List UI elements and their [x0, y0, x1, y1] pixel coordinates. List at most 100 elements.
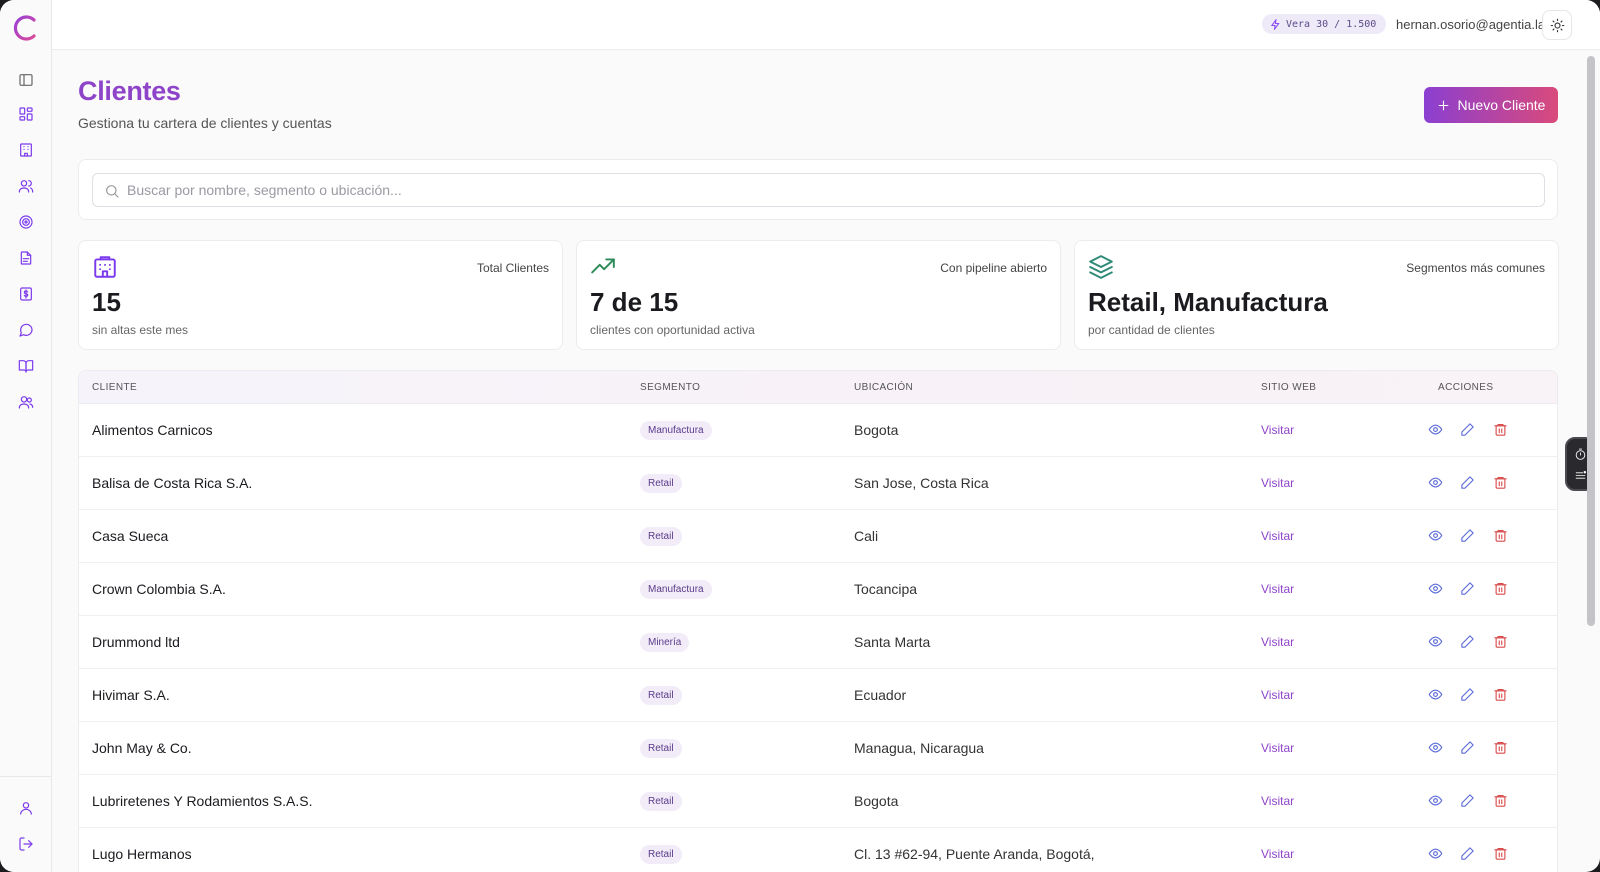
view-icon[interactable]	[1428, 475, 1444, 491]
view-icon[interactable]	[1428, 528, 1444, 544]
visit-link[interactable]: Visitar	[1261, 423, 1294, 437]
delete-icon[interactable]	[1493, 793, 1509, 809]
edit-icon[interactable]	[1460, 528, 1476, 544]
table-row[interactable]: Alimentos Carnicos Manufactura Bogota Visit…	[79, 404, 1557, 457]
edit-icon[interactable]	[1460, 793, 1476, 809]
credits-badge[interactable]: Vera 30 / 1.500	[1262, 14, 1387, 34]
header-segmento[interactable]: SEGMENTO	[640, 382, 700, 393]
message-circle-icon[interactable]	[16, 320, 36, 340]
view-icon[interactable]	[1428, 793, 1444, 809]
list-icon[interactable]	[1574, 469, 1587, 482]
delete-icon[interactable]	[1493, 687, 1509, 703]
building-icon[interactable]	[16, 140, 36, 160]
header-ubicacion[interactable]: UBICACIÓN	[854, 382, 913, 393]
client-name[interactable]: Crown Colombia S.A.	[92, 581, 226, 597]
client-location: Bogota	[854, 793, 899, 809]
new-client-button[interactable]: Nuevo Cliente	[1424, 87, 1558, 123]
table-row[interactable]: Hivimar S.A. Retail Ecuador Visitar	[79, 669, 1557, 722]
table-row[interactable]: Drummond ltd Minería Santa Marta Visitar	[79, 616, 1557, 669]
edit-icon[interactable]	[1460, 687, 1476, 703]
user-email[interactable]: hernan.osorio@agentia.la	[1396, 17, 1545, 32]
panel-left-icon[interactable]	[16, 70, 36, 90]
client-location: Cali	[854, 528, 879, 544]
log-out-icon[interactable]	[16, 834, 36, 854]
segment-badge: Retail	[640, 845, 682, 864]
table-row[interactable]: John May & Co. Retail Managua, Nicaragua Vi…	[79, 722, 1557, 775]
user-icon[interactable]	[16, 798, 36, 818]
view-icon[interactable]	[1428, 422, 1444, 438]
client-location: Santa Marta	[854, 634, 931, 650]
table-row[interactable]: Crown Colombia S.A. Manufactura Tocancipa V…	[79, 563, 1557, 616]
sidebar-divider	[0, 776, 52, 777]
table-row[interactable]: Casa Sueca Retail Cali Visitar	[79, 510, 1557, 563]
delete-icon[interactable]	[1493, 475, 1509, 491]
edit-icon[interactable]	[1460, 634, 1476, 650]
client-name[interactable]: Hivimar S.A.	[92, 687, 170, 703]
target-icon[interactable]	[16, 212, 36, 232]
table-row[interactable]: Lubriretenes Y Rodamientos S.A.S. Retail B…	[79, 775, 1557, 828]
visit-link[interactable]: Visitar	[1261, 688, 1294, 702]
search-input[interactable]	[127, 174, 1537, 206]
stat-sub: por cantidad de clientes	[1088, 323, 1215, 337]
delete-icon[interactable]	[1493, 740, 1509, 756]
edit-icon[interactable]	[1460, 475, 1476, 491]
clients-table: CLIENTE SEGMENTO UBICACIÓN SITIO WEB ACC…	[78, 370, 1558, 872]
edit-icon[interactable]	[1460, 740, 1476, 756]
new-client-label: Nuevo Cliente	[1457, 97, 1546, 113]
client-name[interactable]: Balisa de Costa Rica S.A.	[92, 475, 252, 491]
dashboard-icon[interactable]	[16, 104, 36, 124]
edit-icon[interactable]	[1460, 581, 1476, 597]
visit-link[interactable]: Visitar	[1261, 741, 1294, 755]
table-row[interactable]: Balisa de Costa Rica S.A. Retail San Jose,…	[79, 457, 1557, 510]
table-header: CLIENTE SEGMENTO UBICACIÓN SITIO WEB ACC…	[79, 371, 1557, 404]
stat-card-segments: Segmentos más comunes Retail, Manufactur…	[1074, 240, 1559, 350]
delete-icon[interactable]	[1493, 846, 1509, 862]
delete-icon[interactable]	[1493, 528, 1509, 544]
visit-link[interactable]: Visitar	[1261, 847, 1294, 861]
page-scrollbar[interactable]	[1587, 56, 1595, 626]
client-name[interactable]: Casa Sueca	[92, 528, 168, 544]
plus-icon	[1438, 100, 1448, 110]
users-icon[interactable]	[16, 176, 36, 196]
view-icon[interactable]	[1428, 687, 1444, 703]
visit-link[interactable]: Visitar	[1261, 476, 1294, 490]
delete-icon[interactable]	[1493, 581, 1509, 597]
stat-card-total: Total Clientes 15 sin altas este mes	[78, 240, 563, 350]
visit-link[interactable]: Visitar	[1261, 635, 1294, 649]
edit-icon[interactable]	[1460, 422, 1476, 438]
visit-link[interactable]: Visitar	[1261, 582, 1294, 596]
app-logo[interactable]	[12, 14, 40, 42]
view-icon[interactable]	[1428, 740, 1444, 756]
segment-badge: Retail	[640, 739, 682, 758]
segment-badge: Retail	[640, 527, 682, 546]
search-card	[78, 159, 1558, 220]
client-name[interactable]: Lubriretenes Y Rodamientos S.A.S.	[92, 793, 313, 809]
edit-icon[interactable]	[1460, 846, 1476, 862]
client-location: Tocancipa	[854, 581, 918, 597]
visit-link[interactable]: Visitar	[1261, 529, 1294, 543]
segment-badge: Retail	[640, 792, 682, 811]
segment-badge: Retail	[640, 474, 682, 493]
header-cliente[interactable]: CLIENTE	[92, 382, 137, 393]
page-subtitle: Gestiona tu cartera de clientes y cuenta…	[78, 115, 332, 131]
delete-icon[interactable]	[1493, 634, 1509, 650]
team-icon[interactable]	[16, 392, 36, 412]
theme-toggle-button[interactable]	[1542, 10, 1572, 40]
dollar-doc-icon[interactable]	[16, 284, 36, 304]
book-open-icon[interactable]	[16, 356, 36, 376]
delete-icon[interactable]	[1493, 422, 1509, 438]
table-row[interactable]: Lugo Hermanos Retail Cl. 13 #62-94, Puente…	[79, 828, 1557, 872]
sun-icon	[1550, 18, 1564, 32]
view-icon[interactable]	[1428, 846, 1444, 862]
client-name[interactable]: Alimentos Carnicos	[92, 422, 213, 438]
sidebar	[0, 0, 52, 872]
timer-icon[interactable]	[1574, 448, 1587, 461]
file-text-icon[interactable]	[16, 248, 36, 268]
visit-link[interactable]: Visitar	[1261, 794, 1294, 808]
view-icon[interactable]	[1428, 581, 1444, 597]
zap-icon	[1270, 18, 1280, 30]
client-name[interactable]: John May & Co.	[92, 740, 192, 756]
client-name[interactable]: Drummond ltd	[92, 634, 180, 650]
view-icon[interactable]	[1428, 634, 1444, 650]
client-name[interactable]: Lugo Hermanos	[92, 846, 192, 862]
